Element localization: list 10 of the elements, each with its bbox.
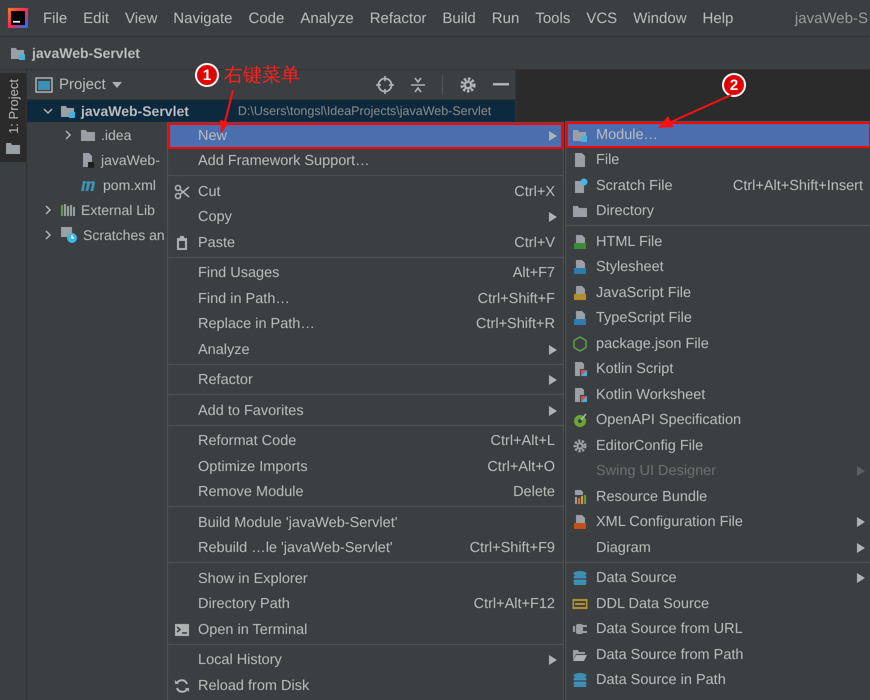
- tree-item-label: Scratches an: [83, 226, 165, 242]
- project-path: D:\Users\tongsl\IdeaProjects\javaWeb-Servlet: [238, 104, 492, 118]
- window-title: javaWeb-S: [794, 10, 868, 26]
- tree-item-label: pom.xml: [103, 176, 156, 192]
- annotation-caption: 右键菜单: [224, 63, 300, 88]
- tree-item-label: javaWeb-Servlet: [81, 103, 189, 119]
- tree-item-label: .idea: [101, 126, 132, 142]
- tree-item-label: javaWeb-: [101, 152, 160, 168]
- tree-item-label: External Lib: [81, 202, 155, 218]
- step-number-badge: 1: [195, 63, 219, 87]
